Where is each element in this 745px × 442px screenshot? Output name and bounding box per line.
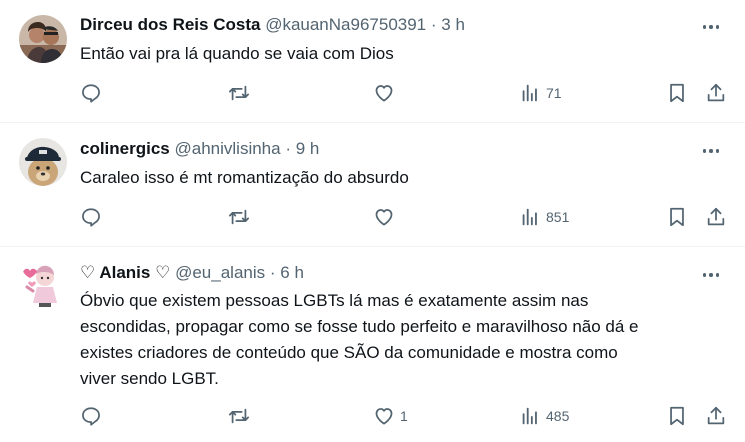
views-icon xyxy=(519,206,541,228)
share-button[interactable] xyxy=(705,79,727,107)
reply-icon xyxy=(80,82,102,104)
separator-dot: · xyxy=(269,263,276,282)
display-name[interactable]: Dirceu dos Reis Costa xyxy=(80,15,260,34)
tweet-text: Caraleo isso é mt romantização do absurd… xyxy=(80,168,409,187)
tweet[interactable]: Dirceu dos Reis Costa @kauanNa96750391 ·… xyxy=(0,0,745,123)
view-count: 485 xyxy=(546,408,570,424)
name-prefix-heart: ♡ xyxy=(80,263,96,282)
heart-icon xyxy=(373,206,395,228)
action-bar: 71 xyxy=(0,79,745,107)
bookmark-button[interactable] xyxy=(666,203,688,231)
tweet[interactable]: colinergics @ahnivlisinha · 9 h Caraleo … xyxy=(0,123,745,247)
like-button[interactable] xyxy=(373,79,400,107)
share-icon xyxy=(705,206,727,228)
bookmark-icon xyxy=(666,405,688,427)
separator-dot: · xyxy=(430,15,437,34)
views-icon xyxy=(519,82,541,104)
views-button[interactable]: 851 xyxy=(519,203,569,231)
display-name-text: Alanis xyxy=(99,263,151,282)
reply-icon xyxy=(80,206,102,228)
action-bar: 851 xyxy=(0,203,745,231)
tweet-text-line: Óbvio que existem pessoas LGBTs lá mas é… xyxy=(80,291,589,310)
tweet-text-line: existes criadores de conteúdo que SÃO da… xyxy=(80,343,618,362)
like-button[interactable]: 1 xyxy=(373,402,408,430)
user-handle[interactable]: @eu_alanis xyxy=(175,263,265,282)
repost-icon xyxy=(228,206,250,228)
tweet-header: ♡ Alanis ♡ @eu_alanis · 6 h xyxy=(80,262,695,284)
tweet-header: Dirceu dos Reis Costa @kauanNa96750391 ·… xyxy=(80,14,695,36)
like-count: 1 xyxy=(400,408,408,424)
display-name[interactable]: colinergics xyxy=(80,139,170,158)
views-icon xyxy=(519,405,541,427)
repost-icon xyxy=(228,405,250,427)
tweet-text: Óbvio que existem pessoas LGBTs lá mas é… xyxy=(80,288,705,392)
more-icon[interactable] xyxy=(699,265,723,285)
views-button[interactable]: 71 xyxy=(519,79,562,107)
user-handle[interactable]: @kauanNa96750391 xyxy=(265,15,426,34)
timestamp[interactable]: 3 h xyxy=(441,15,465,34)
tweet-text-line: viver sendo LGBT. xyxy=(80,369,219,388)
repost-button[interactable] xyxy=(228,203,250,231)
bookmark-button[interactable] xyxy=(666,402,688,430)
share-icon xyxy=(705,82,727,104)
more-icon[interactable] xyxy=(699,17,723,37)
tweet-text: Então vai pra lá quando se vaia com Dios xyxy=(80,44,394,63)
avatar[interactable] xyxy=(19,138,67,186)
share-button[interactable] xyxy=(705,402,727,430)
timestamp[interactable]: 9 h xyxy=(296,139,320,158)
bookmark-button[interactable] xyxy=(666,79,688,107)
reply-icon xyxy=(80,405,102,427)
separator-dot: · xyxy=(285,139,291,158)
timestamp[interactable]: 6 h xyxy=(280,263,304,282)
reply-button[interactable] xyxy=(80,203,102,231)
reply-button[interactable] xyxy=(80,402,102,430)
name-suffix-heart: ♡ xyxy=(155,263,171,282)
share-icon xyxy=(705,405,727,427)
tweet-header: colinergics @ahnivlisinha · 9 h xyxy=(80,138,695,160)
like-button[interactable] xyxy=(373,203,400,231)
avatar[interactable] xyxy=(19,261,67,309)
user-handle[interactable]: @ahnivlisinha xyxy=(175,139,281,158)
tweet[interactable]: ♡ Alanis ♡ @eu_alanis · 6 h Óbvio que ex… xyxy=(0,247,745,442)
more-icon[interactable] xyxy=(699,141,723,161)
avatar[interactable] xyxy=(19,15,67,63)
display-name[interactable]: ♡ Alanis ♡ xyxy=(80,263,170,282)
tweet-text-line: escondidas, propagar como se fosse tudo … xyxy=(80,317,639,336)
view-count: 71 xyxy=(546,85,562,101)
repost-button[interactable] xyxy=(228,79,250,107)
views-button[interactable]: 485 xyxy=(519,402,569,430)
heart-icon xyxy=(373,82,395,104)
view-count: 851 xyxy=(546,209,570,225)
reply-button[interactable] xyxy=(80,79,102,107)
heart-icon xyxy=(373,405,395,427)
share-button[interactable] xyxy=(705,203,727,231)
repost-icon xyxy=(228,82,250,104)
bookmark-icon xyxy=(666,82,688,104)
repost-button[interactable] xyxy=(228,402,250,430)
bookmark-icon xyxy=(666,206,688,228)
action-bar: 1 485 xyxy=(0,402,745,430)
